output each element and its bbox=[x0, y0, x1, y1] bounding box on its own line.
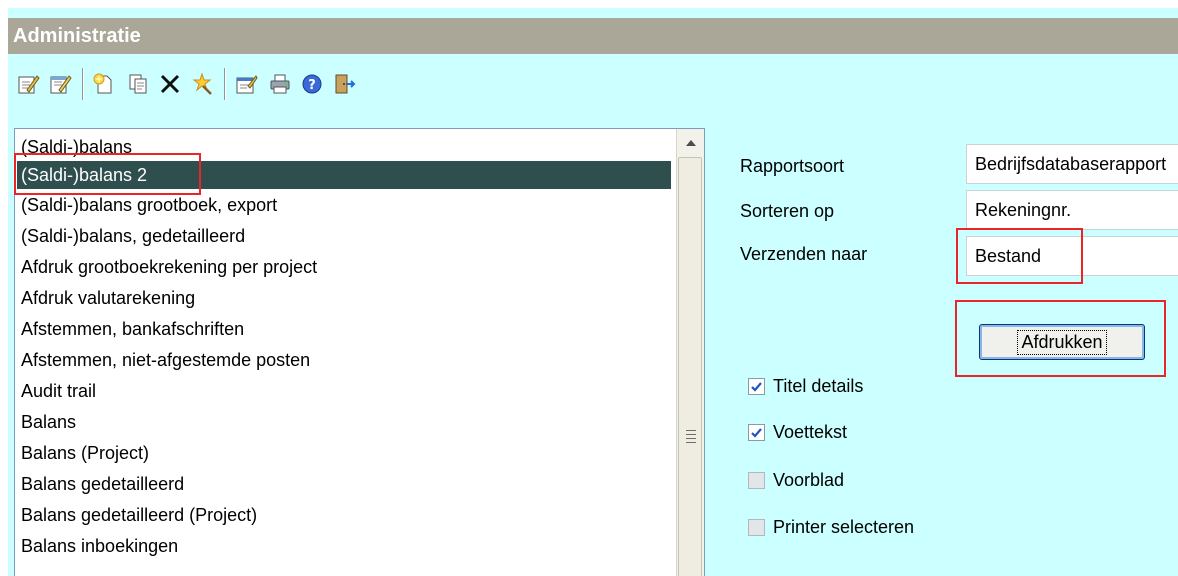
copy-icon[interactable] bbox=[124, 70, 152, 98]
list-item[interactable]: Audit trail bbox=[19, 377, 671, 405]
list-item[interactable]: (Saldi-)balans, gedetailleerd bbox=[19, 222, 671, 250]
list-item[interactable]: Afstemmen, bankafschriften bbox=[19, 315, 671, 343]
report-type-field[interactable]: Bedrijfsdatabaserapport bbox=[966, 144, 1178, 184]
report-list[interactable]: (Saldi-)balans (Saldi-)balans 2 (Saldi-)… bbox=[14, 128, 705, 576]
checkbox-checked-icon[interactable] bbox=[748, 423, 765, 441]
list-item[interactable]: Balans gedetailleerd (Project) bbox=[19, 501, 671, 529]
wizard-icon[interactable] bbox=[188, 70, 216, 98]
checkbox-select-printer[interactable]: Printer selecteren bbox=[748, 513, 914, 541]
checkbox-label: Titel details bbox=[773, 375, 864, 396]
scroll-up-button[interactable] bbox=[678, 130, 703, 155]
svg-text:?: ? bbox=[308, 78, 316, 93]
checkbox-checked-icon[interactable] bbox=[748, 377, 765, 395]
print-button[interactable]: Afdrukken bbox=[979, 324, 1145, 360]
chevron-up-icon bbox=[685, 139, 696, 146]
new-icon[interactable] bbox=[90, 70, 118, 98]
checkbox-label: Voettekst bbox=[773, 421, 848, 442]
checkbox-label: Printer selecteren bbox=[773, 516, 915, 537]
checkbox-unchecked-icon[interactable] bbox=[748, 518, 765, 536]
scroll-thumb[interactable] bbox=[678, 157, 702, 576]
list-item[interactable]: (Saldi-)balans bbox=[19, 133, 671, 161]
delete-icon[interactable] bbox=[156, 70, 184, 98]
sort-field[interactable]: Rekeningnr. bbox=[966, 190, 1178, 230]
list-item[interactable]: Afdruk valutarekening bbox=[19, 284, 671, 312]
checkbox-label: Voorblad bbox=[773, 469, 845, 490]
print-icon[interactable] bbox=[266, 70, 294, 98]
list-item-selected[interactable]: (Saldi-)balans 2 bbox=[17, 161, 671, 189]
checkbox-title-details[interactable]: Titel details bbox=[748, 372, 863, 400]
list-item[interactable]: Afstemmen, niet-afgestemde posten bbox=[19, 346, 671, 374]
help-icon[interactable]: ? bbox=[298, 70, 326, 98]
grip-icon bbox=[686, 430, 696, 444]
print-button-label: Afdrukken bbox=[1017, 329, 1107, 355]
sort-label: Sorteren op bbox=[740, 201, 835, 221]
list-item[interactable]: Balans (Project) bbox=[19, 439, 671, 467]
checkbox-cover-page[interactable]: Voorblad bbox=[748, 466, 844, 494]
send-to-field[interactable]: Bestand bbox=[966, 236, 1178, 276]
list-item[interactable]: (Saldi-)balans grootboek, export bbox=[19, 191, 671, 219]
list-item[interactable]: Afdruk grootboekrekening per project bbox=[19, 253, 671, 281]
window-title: Administratie bbox=[8, 18, 1178, 54]
exit-icon[interactable] bbox=[330, 70, 358, 98]
checkbox-unchecked-icon[interactable] bbox=[748, 471, 765, 489]
list-item[interactable]: Balans inboekingen bbox=[19, 532, 671, 560]
list-scrollbar[interactable] bbox=[676, 129, 704, 576]
send-to-label: Verzenden naar bbox=[740, 244, 868, 264]
properties-icon[interactable] bbox=[232, 70, 260, 98]
list-item[interactable]: Balans bbox=[19, 408, 671, 436]
list-item[interactable]: Balans gedetailleerd bbox=[19, 470, 671, 498]
report-type-label: Rapportsoort bbox=[740, 156, 845, 176]
checkbox-footer[interactable]: Voettekst bbox=[748, 418, 847, 446]
edit-icon[interactable] bbox=[14, 70, 42, 98]
edit-alt-icon[interactable] bbox=[46, 70, 74, 98]
administration-window: Administratie ? (Saldi-)balans (Saldi-)b… bbox=[8, 8, 1178, 576]
